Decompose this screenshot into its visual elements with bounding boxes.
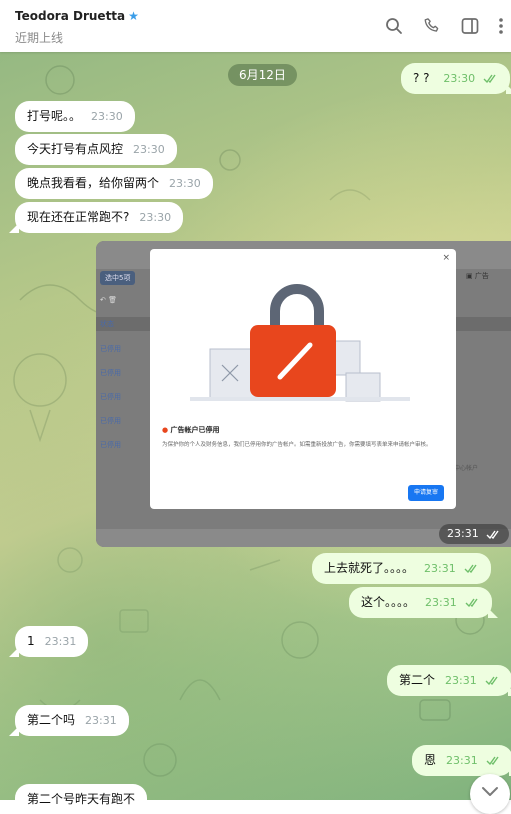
message-text: 现在还在正常跑不?: [27, 210, 130, 224]
message-in[interactable]: 1 23:31: [8, 626, 89, 657]
message-out[interactable]: 恩 23:31: [412, 745, 511, 776]
message-text: ? ?: [413, 71, 430, 85]
chat-header: Teodora Druetta ★ 近期上线: [0, 0, 511, 52]
screenshot-row: 已停用: [100, 417, 121, 425]
screenshot-dialog-body: 为保护你的个人及财务信息，我们已停用你的广告帐户。如需重新投放广告，你需要填写表…: [162, 442, 432, 448]
screenshot-right-tab: ▣ 广告: [466, 272, 489, 280]
message-in[interactable]: 第二个吗 23:31: [9, 705, 129, 736]
alert-dot-icon: ●: [162, 426, 169, 434]
chevron-down-icon: [482, 787, 498, 796]
message-text: 上去就死了。。。。: [324, 561, 415, 575]
screenshot-dialog-button: 申请复审: [407, 485, 444, 501]
message-time: 23:31: [446, 754, 478, 767]
message-text: 这个。。。。: [361, 595, 416, 609]
read-checks-icon: [483, 74, 496, 83]
read-checks-icon: [464, 564, 477, 573]
read-checks-icon: [486, 530, 499, 539]
read-checks-icon: [485, 676, 498, 685]
message-in[interactable]: 今天打号有点风控 23:30: [15, 134, 177, 165]
message-in[interactable]: 现在还在正常跑不? 23:30: [8, 202, 184, 233]
message-text: 第二个吗: [27, 713, 76, 727]
message-out[interactable]: ? ? 23:30: [401, 63, 511, 94]
screenshot-toolbar-icons: ↶ 🗑: [100, 296, 117, 304]
image-time-badge: 23:31: [439, 524, 510, 544]
contact-name-row[interactable]: Teodora Druetta ★: [15, 9, 139, 23]
more-vert-icon[interactable]: [494, 16, 508, 36]
screenshot-right-footer: 中心帐户: [454, 465, 479, 472]
read-checks-icon: [465, 598, 478, 607]
screenshot-backdrop: 选中5项 ↶ 🗑 状态 已停用 已停用 已停用 已停用 已停用 ▣ 广告 中心帐…: [96, 241, 511, 547]
scroll-down-button[interactable]: [470, 774, 510, 814]
message-out[interactable]: 上去就死了。。。。 23:31: [312, 553, 491, 584]
message-time: 23:30: [169, 177, 201, 190]
message-text: 今天打号有点风控: [27, 142, 124, 156]
verified-star-icon: ★: [128, 9, 139, 23]
message-time: 23:31: [44, 635, 77, 648]
message-text: 晚点我看看，给你留两个: [27, 176, 160, 190]
screenshot-dialog-title: ● 广告帐户已停用: [162, 426, 220, 434]
message-time: 23:31: [85, 714, 117, 727]
message-text: 打号呢。。: [27, 109, 82, 123]
close-icon: ×: [442, 253, 450, 263]
message-text: 恩: [424, 753, 437, 767]
message-time: 23:31: [447, 527, 479, 540]
screenshot-row: 已停用: [100, 369, 121, 377]
message-time: 23:30: [139, 211, 172, 224]
message-time: 23:30: [443, 72, 476, 85]
message-time: 23:30: [91, 110, 123, 123]
screenshot-col-header: 状态: [100, 320, 114, 328]
phone-icon[interactable]: [422, 16, 442, 36]
screenshot-chip: 选中5项: [100, 271, 136, 285]
message-text: 第二个: [399, 673, 436, 687]
message-in[interactable]: 晚点我看看，给你留两个 23:30: [15, 168, 213, 199]
message-in[interactable]: 打号呢。。 23:30: [15, 101, 135, 132]
message-time: 23:31: [445, 674, 477, 687]
screenshot-rows: 已停用 已停用 已停用 已停用 已停用: [100, 337, 121, 457]
screenshot-dialog: × ● 广告帐户已停用 为保护你的个人及财务信息，我们已停用你的广告帐户。如需重…: [150, 249, 456, 509]
screenshot-row: 已停用: [100, 345, 121, 353]
image-message[interactable]: 选中5项 ↶ 🗑 状态 已停用 已停用 已停用 已停用 已停用 ▣ 广告 中心帐…: [96, 241, 511, 547]
message-time: 23:31: [425, 596, 457, 609]
search-icon[interactable]: [384, 16, 404, 36]
lock-illustration: [190, 284, 410, 402]
screenshot-row: 已停用: [100, 393, 121, 401]
message-text: 第二个号昨天有跑不: [27, 792, 136, 806]
contact-status: 近期上线: [15, 31, 64, 45]
message-time: 23:31: [424, 562, 456, 575]
date-chip: 6月12日: [228, 64, 297, 86]
contact-name[interactable]: Teodora Druetta: [15, 9, 125, 23]
screenshot-row: 已停用: [100, 441, 121, 449]
message-out[interactable]: 这个。。。。 23:31: [349, 587, 498, 618]
message-text: 1: [27, 634, 35, 648]
read-checks-icon: [486, 756, 499, 765]
message-time: 23:30: [133, 143, 165, 156]
message-out[interactable]: 第二个 23:31: [387, 665, 511, 696]
message-in[interactable]: 第二个号昨天有跑不: [15, 784, 148, 814]
sidebar-toggle-icon[interactable]: [460, 16, 480, 36]
